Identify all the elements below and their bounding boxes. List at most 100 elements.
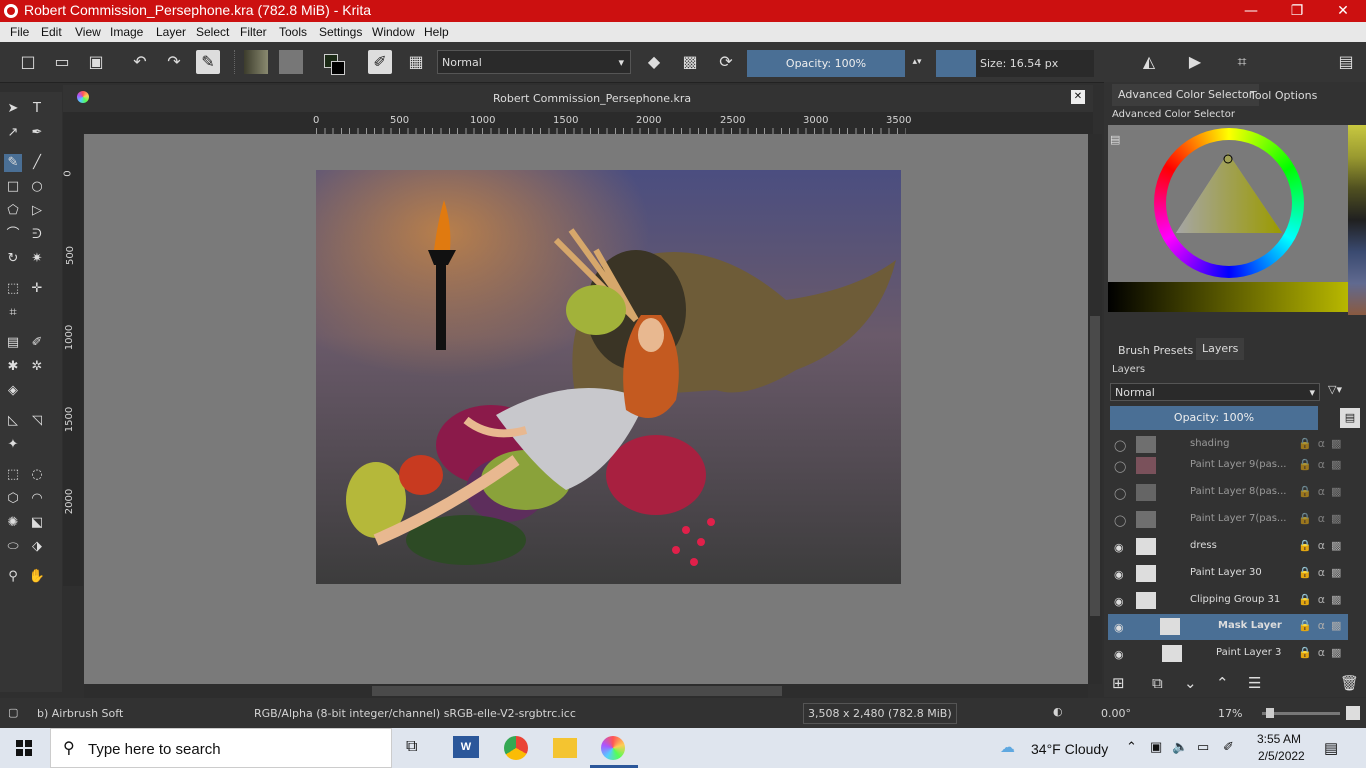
horizontal-scrollbar[interactable] (84, 684, 1088, 698)
blend-mode-select[interactable]: Normal ▾ (437, 50, 631, 74)
menu-view[interactable]: View (75, 25, 101, 39)
layer-flags-icon[interactable]: 🔒α▩ (1298, 437, 1347, 450)
minimize-button[interactable]: — (1228, 0, 1274, 22)
layer-flags-icon[interactable]: 🔒α▩ (1298, 646, 1347, 659)
calligraphy-icon[interactable]: ✒ (28, 124, 46, 142)
scroll-thumb[interactable] (372, 686, 782, 696)
save-icon[interactable]: ▣ (84, 50, 108, 74)
visibility-off-icon[interactable]: ◯ (1114, 487, 1128, 500)
text-tool-icon[interactable]: T (28, 100, 46, 118)
freehand-brush-icon[interactable]: ✎ (4, 154, 22, 172)
notifications-icon[interactable]: ▤ (1324, 739, 1338, 757)
color-wheel-area[interactable]: ▤ (1108, 125, 1348, 285)
fg-bg-color-icon[interactable] (322, 50, 346, 75)
layer-flags-icon[interactable]: 🔒α▩ (1298, 539, 1347, 552)
eye-icon[interactable]: ◉ (1114, 568, 1128, 581)
bezier-tool-icon[interactable]: ⌒ (4, 226, 22, 244)
layer-flags-icon[interactable]: 🔒α▩ (1298, 512, 1347, 525)
word-app-icon[interactable]: W (453, 736, 479, 758)
layer-row[interactable]: ◯ Paint Layer 7(pas... 🔒α▩ (1108, 507, 1348, 533)
smart-patch-icon[interactable]: ✱ (4, 358, 22, 376)
brush-presets-grid-icon[interactable]: ▦ (404, 50, 428, 74)
freehand-path-icon[interactable]: ᕭ (28, 226, 46, 244)
ellipse-tool-icon[interactable]: ○ (28, 178, 46, 196)
layer-opacity-slider[interactable]: Opacity: 100% (1110, 406, 1318, 430)
assistant-tool-icon[interactable]: ◹ (28, 412, 46, 430)
colorize-mask-icon[interactable]: ✲ (28, 358, 46, 376)
reference-images-icon[interactable]: ✦ (4, 436, 22, 454)
menu-image[interactable]: Image (110, 25, 143, 39)
transform-tool-icon[interactable]: ⬚ (4, 280, 22, 298)
selector-settings-icon[interactable]: ▤ (1110, 133, 1122, 146)
layer-row[interactable]: ◉ dress 🔒α▩ (1108, 534, 1348, 560)
tab-layers[interactable]: Layers (1196, 338, 1245, 360)
fill-tool-icon[interactable]: ◈ (4, 382, 22, 400)
mirror-horizontal-icon[interactable]: ◭ (1137, 50, 1161, 74)
line-tool-icon[interactable]: ╱ (28, 154, 46, 172)
preserve-alpha-icon[interactable]: ▩ (678, 50, 702, 74)
layer-filter-icon[interactable]: ▽▾ (1328, 383, 1360, 401)
layer-flags-icon[interactable]: 🔒α▩ (1298, 566, 1347, 579)
scroll-thumb[interactable] (1090, 316, 1100, 616)
layer-blend-mode-select[interactable]: Normal ▾ (1110, 383, 1320, 401)
layer-row[interactable]: ◉ Clipping Group 31 🔒α▩ (1108, 588, 1348, 614)
crop-tool-icon[interactable]: ⌗ (4, 304, 22, 322)
krita-taskbar-icon[interactable] (601, 736, 625, 760)
gradient-icon[interactable] (244, 50, 268, 74)
similar-select-icon[interactable]: ⬕ (28, 514, 46, 532)
color-picker-icon[interactable]: ✐ (28, 334, 46, 352)
visibility-off-icon[interactable]: ◯ (1114, 460, 1128, 473)
layer-properties-list-icon[interactable]: ☰ (1248, 674, 1261, 692)
zoom-slider-handle[interactable] (1266, 708, 1274, 718)
rotation-dial-icon[interactable]: ◐ (1053, 705, 1063, 718)
layer-flags-icon[interactable]: 🔒α▩ (1298, 619, 1347, 632)
vertical-scrollbar[interactable] (1088, 134, 1102, 684)
layer-row[interactable]: ◯ Paint Layer 8(pas... 🔒α▩ (1108, 480, 1348, 506)
layer-properties-icon[interactable]: ▤ (1340, 408, 1360, 428)
layer-row[interactable]: ◉ Paint Layer 3 🔒α▩ (1108, 641, 1348, 667)
volume-icon[interactable]: 🔈 (1172, 739, 1188, 755)
color-history-strip[interactable] (1108, 282, 1348, 312)
brush-preset-icon[interactable]: ▢ (8, 706, 18, 719)
reload-preset-icon[interactable]: ⟳ (714, 50, 738, 74)
edit-brush-settings-icon[interactable]: ✐ (368, 50, 392, 74)
taskbar-search-box[interactable]: ⚲ Type here to search (50, 728, 392, 768)
layer-row[interactable]: ◉ Paint Layer 30 🔒α▩ (1108, 561, 1348, 587)
pen-icon[interactable]: ✐ (1223, 739, 1234, 755)
clock-date[interactable]: 2/5/2022 (1258, 749, 1305, 763)
rectangle-tool-icon[interactable]: □ (4, 178, 22, 196)
eye-icon[interactable]: ◉ (1114, 648, 1128, 661)
open-folder-icon[interactable]: ▭ (50, 50, 74, 74)
contiguous-select-icon[interactable]: ✺ (4, 514, 22, 532)
tab-brush-presets[interactable]: Brush Presets (1112, 340, 1199, 362)
multibrush-icon[interactable]: ✷ (28, 250, 46, 268)
size-slider-fill[interactable] (936, 50, 976, 77)
color-patches-column[interactable] (1348, 125, 1366, 315)
freehand-select-icon[interactable]: ◠ (28, 490, 46, 508)
zoom-slider[interactable] (1262, 708, 1340, 718)
undo-icon[interactable]: ↶ (128, 50, 152, 74)
opacity-spin-icon[interactable]: ▴▾ (905, 50, 929, 74)
eye-icon[interactable]: ◉ (1114, 541, 1128, 554)
battery-icon[interactable]: ▭ (1197, 739, 1209, 755)
maximize-button[interactable]: ❐ (1274, 0, 1320, 22)
move-layer-up-icon[interactable]: ⌃ (1216, 674, 1229, 692)
magnetic-select-icon[interactable]: ⬗ (28, 538, 46, 556)
layer-flags-icon[interactable]: 🔒α▩ (1298, 593, 1347, 606)
menu-settings[interactable]: Settings (319, 25, 362, 39)
close-button[interactable]: ✕ (1320, 0, 1366, 22)
polygon-select-icon[interactable]: ⬡ (4, 490, 22, 508)
move-tool-icon[interactable]: ✛ (28, 280, 46, 298)
close-document-icon[interactable]: ✕ (1071, 90, 1085, 104)
ellipse-select-icon[interactable]: ◌ (28, 466, 46, 484)
network-icon[interactable]: ▣ (1150, 739, 1162, 755)
windows-start-icon[interactable] (16, 740, 32, 756)
artwork-image[interactable] (316, 170, 901, 584)
layer-flags-icon[interactable]: 🔒α▩ (1298, 485, 1347, 498)
weather-text[interactable]: 34°F Cloudy (1031, 741, 1108, 757)
task-view-icon[interactable]: ⧉ (406, 738, 417, 756)
polyline-tool-icon[interactable]: ▷ (28, 202, 46, 220)
toolbar-menu-icon[interactable]: ▤ (1334, 50, 1358, 74)
tab-advanced-color-selector[interactable]: Advanced Color Selector (1112, 84, 1260, 106)
eye-icon[interactable]: ◉ (1114, 621, 1128, 634)
